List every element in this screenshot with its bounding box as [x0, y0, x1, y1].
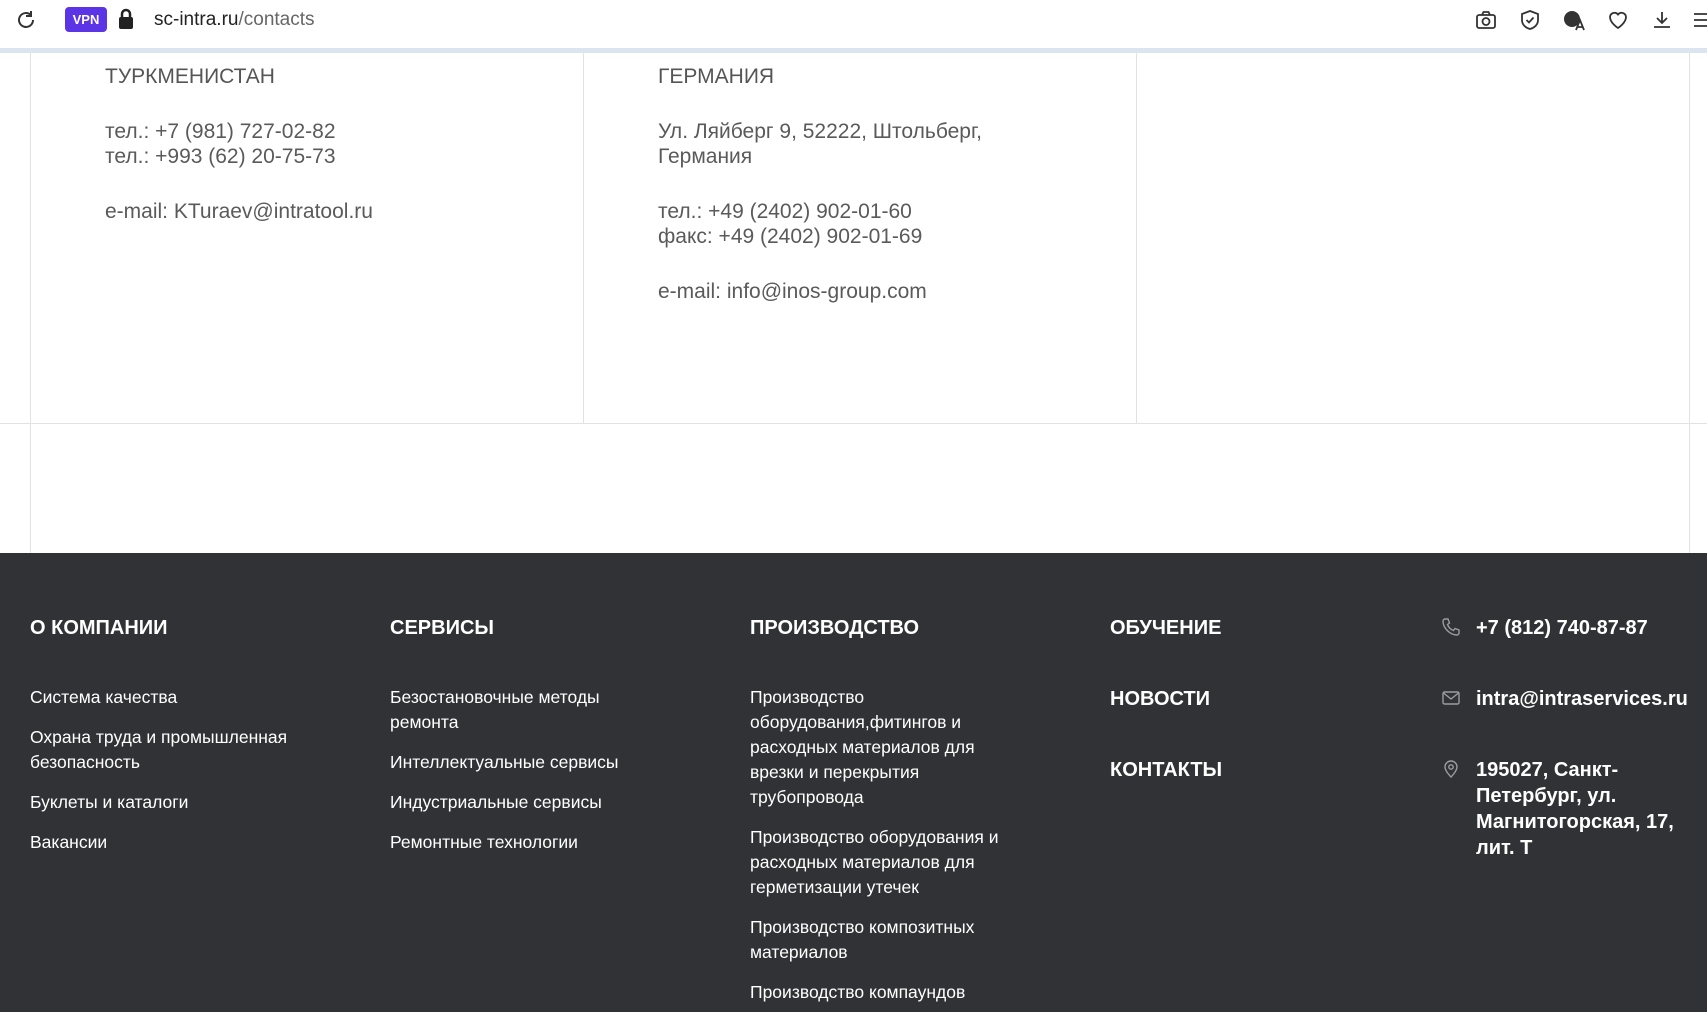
footer-link-training[interactable]: ОБУЧЕНИЕ [1110, 615, 1221, 641]
footer-list-company: Система качества Охрана труда и промышле… [30, 685, 320, 870]
footer-link[interactable]: Производство компаундов [750, 980, 1020, 1005]
footer-link[interactable]: Производство композитных материалов [750, 915, 1020, 965]
address-line: Ул. Ляйберг 9, 52222, Штольберг, [658, 120, 982, 143]
footer-link[interactable]: Вакансии [30, 830, 320, 855]
url-host: sc-intra.ru [154, 9, 239, 30]
shield-icon[interactable] [1518, 8, 1542, 32]
grid-line [0, 423, 1707, 424]
phone-icon [1442, 618, 1460, 636]
footer-link[interactable]: Ремонтные технологии [390, 830, 640, 855]
phone-line[interactable]: тел.: +7 (981) 727-02-82 [105, 119, 565, 144]
footer-link[interactable]: Охрана труда и промышленная безопасность [30, 725, 320, 775]
footer-phone[interactable]: +7 (812) 740-87-87 [1476, 615, 1648, 641]
vpn-badge[interactable]: VPN [65, 7, 107, 32]
footer-link[interactable]: Система качества [30, 685, 320, 710]
grid-line [583, 53, 584, 424]
menu-icon[interactable] [1690, 8, 1707, 32]
grid-line [1136, 53, 1137, 424]
footer-heading-services[interactable]: СЕРВИСЫ [390, 615, 494, 641]
country-name: ГЕРМАНИЯ [658, 65, 775, 88]
footer-list-production: Производство оборудования,фитингов и рас… [750, 685, 1020, 1020]
phone-line[interactable]: тел.: +993 (62) 20-75-73 [105, 144, 565, 169]
site-footer: О КОМПАНИИ Система качества Охрана труда… [0, 553, 1707, 1012]
contact-card-turkmenistan: ТУРКМЕНИСТАН тел.: +7 (981) 727-02-82 те… [105, 64, 565, 224]
contact-card-germany: ГЕРМАНИЯ Ул. Ляйберг 9, 52222, Штольберг… [658, 64, 1118, 304]
footer-link[interactable]: Интеллектуальные сервисы [390, 750, 640, 775]
footer-heading-production[interactable]: ПРОИЗВОДСТВО [750, 615, 919, 641]
address-line: Германия [658, 145, 753, 168]
mail-icon [1442, 691, 1460, 705]
lock-icon[interactable] [116, 8, 136, 30]
footer-list-services: Безостановочные методы ремонта Интеллект… [390, 685, 640, 870]
country-name: ТУРКМЕНИСТАН [105, 65, 275, 88]
footer-link[interactable]: Буклеты и каталоги [30, 790, 320, 815]
email-line[interactable]: e-mail: KTuraev@intratool.ru [105, 199, 565, 224]
camera-icon[interactable] [1474, 8, 1498, 32]
email-line[interactable]: e-mail: info@inos-group.com [658, 279, 1118, 304]
heart-icon[interactable] [1606, 8, 1630, 32]
location-pin-icon [1444, 760, 1458, 778]
footer-link[interactable]: Индустриальные сервисы [390, 790, 640, 815]
footer-link[interactable]: Производство оборудования и расходных ма… [750, 825, 1020, 900]
footer-link[interactable]: Производство оборудования,фитингов и рас… [750, 685, 1020, 810]
footer-address: 195027, Санкт-Петербург, ул. Магнитогорс… [1476, 759, 1674, 859]
fax-line: факс: +49 (2402) 902-01-69 [658, 225, 923, 248]
url-path: /contacts [238, 9, 315, 30]
footer-link[interactable]: Безостановочные методы ремонта [390, 685, 640, 735]
phone-line[interactable]: тел.: +49 (2402) 902-01-60 [658, 199, 1118, 224]
address-bar[interactable]: sc-intra.ru/contacts [154, 7, 315, 33]
translate-icon[interactable] [1562, 8, 1586, 32]
browser-toolbar: VPN sc-intra.ru/contacts [0, 0, 1707, 53]
grid-line [1689, 53, 1690, 553]
reload-icon[interactable] [14, 8, 38, 32]
footer-link-news[interactable]: НОВОСТИ [1110, 686, 1210, 712]
grid-line [30, 53, 31, 553]
footer-email[interactable]: intra@intraservices.ru [1476, 686, 1688, 712]
footer-heading-company[interactable]: О КОМПАНИИ [30, 615, 168, 641]
footer-link-contacts[interactable]: КОНТАКТЫ [1110, 757, 1222, 783]
download-icon[interactable] [1650, 8, 1674, 32]
